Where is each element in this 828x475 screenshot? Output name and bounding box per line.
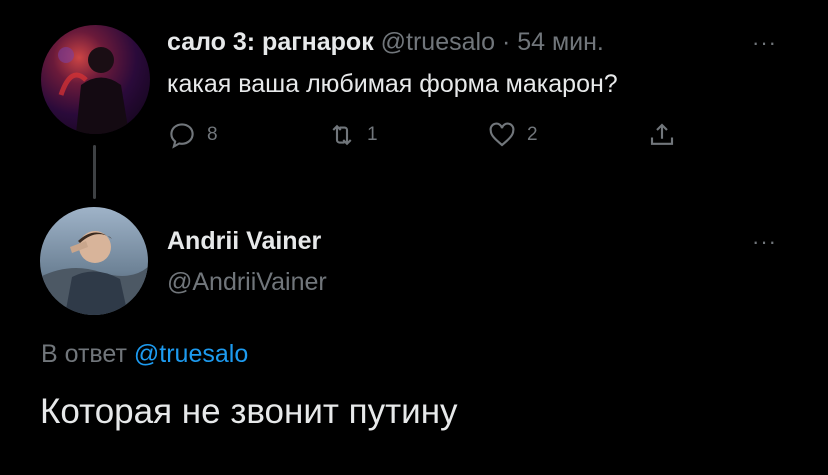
tweet1-display-name[interactable]: сало 3: рагнарок bbox=[167, 28, 374, 56]
like-button[interactable]: 2 bbox=[487, 120, 538, 150]
avatar-andriivainer[interactable] bbox=[40, 207, 148, 315]
tweet1-handle[interactable]: @truesalo bbox=[381, 28, 495, 56]
share-icon bbox=[650, 123, 674, 145]
reply-icon bbox=[170, 123, 194, 149]
retweet-icon bbox=[332, 124, 352, 146]
thread-connector bbox=[93, 145, 96, 199]
heart-icon bbox=[489, 122, 515, 147]
tweet2-handle[interactable]: @AndriiVainer bbox=[167, 268, 327, 297]
avatar-truesalo[interactable] bbox=[41, 25, 150, 134]
tweet2-display-name[interactable]: Andrii Vainer bbox=[167, 227, 321, 256]
retweet-button[interactable]: 1 bbox=[327, 120, 378, 150]
reply-mention-link[interactable]: @truesalo bbox=[134, 340, 248, 368]
tweet2-more-button[interactable]: ··· bbox=[752, 229, 777, 255]
retweet-count: 1 bbox=[367, 124, 378, 145]
tweet1-header: сало 3: рагнарок @truesalo · 54 мин. bbox=[167, 28, 604, 57]
reply-count: 8 bbox=[207, 124, 218, 145]
tweet2-text: Которая не звонит путину bbox=[40, 392, 458, 431]
tweet1-text: какая ваша любимая форма макарон? bbox=[167, 70, 618, 98]
share-button[interactable] bbox=[647, 120, 677, 150]
like-count: 2 bbox=[527, 124, 538, 145]
tweet1-more-button[interactable]: ··· bbox=[752, 30, 777, 56]
reply-button[interactable]: 8 bbox=[167, 120, 218, 150]
avatar-image bbox=[40, 231, 148, 315]
avatar-image bbox=[58, 47, 129, 134]
tweet1-actions: 8 1 2 bbox=[167, 120, 687, 160]
tweet1-time[interactable]: 54 мин. bbox=[517, 28, 604, 56]
reply-to-line: В ответ @truesalo bbox=[41, 340, 248, 369]
reply-prefix: В ответ bbox=[41, 340, 127, 368]
tweet1-separator: · bbox=[501, 28, 511, 56]
